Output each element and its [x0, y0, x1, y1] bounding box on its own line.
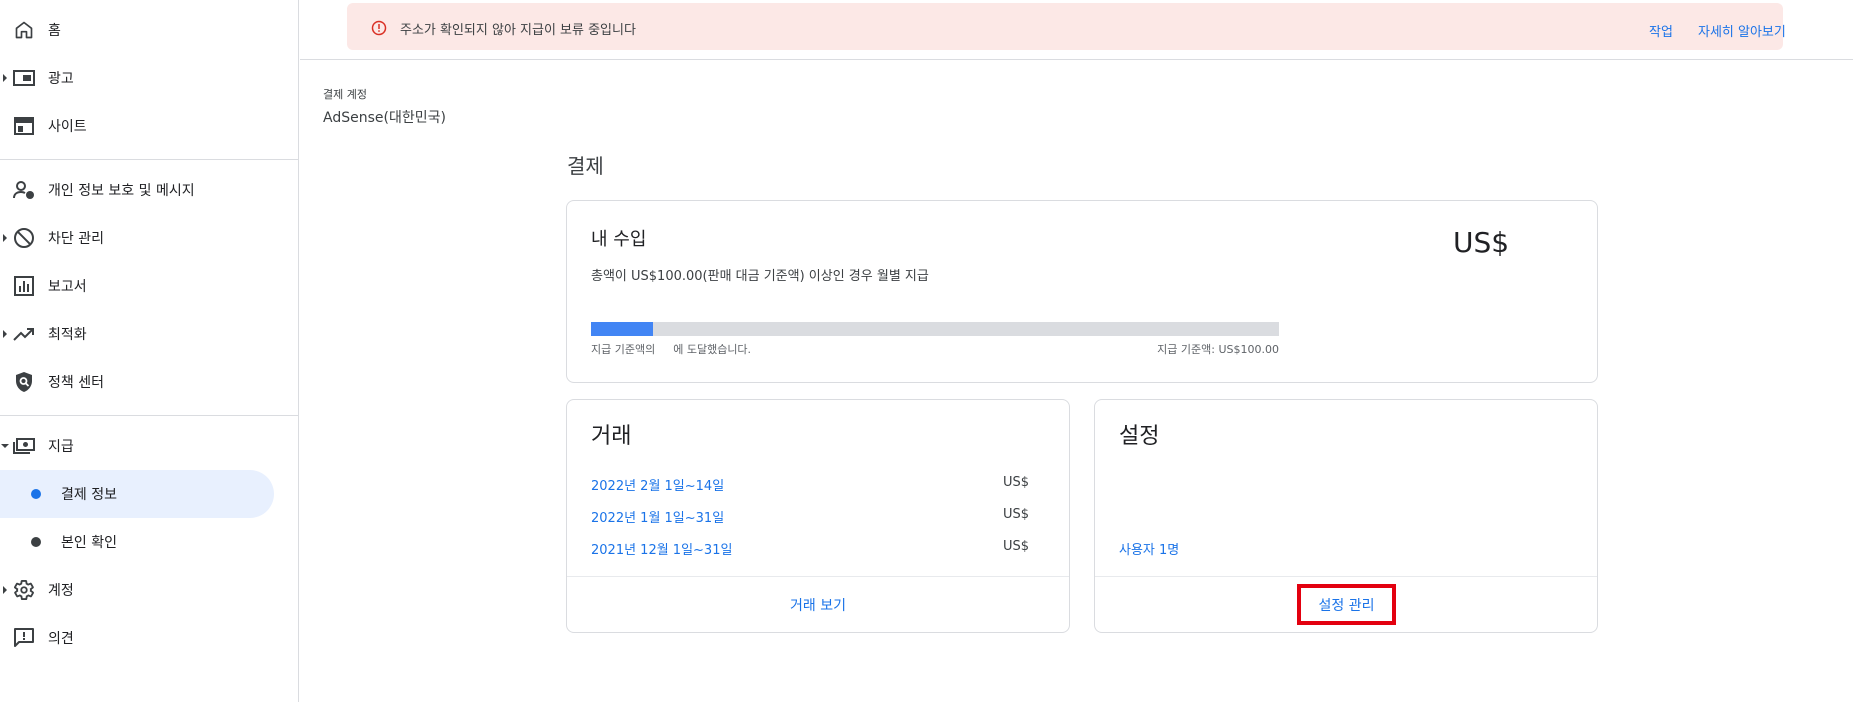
threshold-progress-bar — [591, 322, 1279, 336]
sidebar-item-label: 광고 — [48, 71, 74, 87]
privacy-messaging-icon — [12, 178, 36, 202]
transaction-amount: US$ — [1003, 475, 1030, 490]
home-icon — [12, 18, 36, 42]
sidebar: 홈 광고 사이트 개인 정보 보호 및 메시지 차단 관리 보고서 최적화 정책… — [0, 0, 299, 702]
payment-account-name: AdSense(대한민국) — [323, 110, 446, 126]
sidebar-item-privacy-messaging[interactable]: 개인 정보 보호 및 메시지 — [0, 166, 299, 214]
feedback-icon — [12, 626, 36, 650]
caret-down-icon — [1, 442, 9, 450]
manage-settings-highlight: 설정 관리 — [1297, 584, 1396, 625]
bullet-dot-icon — [31, 537, 41, 547]
settings-card: 설정 사용자 1명 설정 관리 — [1094, 399, 1598, 633]
alert-action-link[interactable]: 작업 — [1649, 21, 1673, 40]
transaction-amount: US$ — [1003, 539, 1030, 554]
transaction-period-link[interactable]: 2022년 2월 1일~14일 — [591, 475, 724, 494]
threshold-amount-label: 지급 기준액: US$100.00 — [1157, 343, 1279, 356]
transactions-title: 거래 — [591, 424, 632, 449]
trending-up-icon — [12, 322, 36, 346]
threshold-progress-caption: 지급 기준액의 에 도달했습니다. — [591, 341, 751, 357]
sidebar-item-label: 지급 — [48, 439, 74, 455]
ads-icon — [12, 66, 36, 90]
sidebar-item-feedback[interactable]: 의견 — [0, 614, 299, 662]
transaction-period-link[interactable]: 2021년 12월 1일~31일 — [591, 539, 732, 558]
caret-right-icon — [1, 586, 9, 594]
sidebar-item-label: 의견 — [48, 631, 74, 647]
sidebar-item-sites[interactable]: 사이트 — [0, 102, 299, 150]
alert-learn-more-link[interactable]: 자세히 알아보기 — [1698, 21, 1786, 40]
sidebar-divider — [0, 159, 299, 160]
payment-account-caption: 결제 계정 — [323, 88, 367, 101]
transaction-row: 2021년 12월 1일~31일 US$ — [591, 539, 1047, 559]
alert-banner: 주소가 확인되지 않아 지급이 보류 중입니다 작업 자세히 알아보기 — [347, 3, 1786, 50]
transactions-footer: 거래 보기 — [567, 576, 1069, 632]
bullet-dot-icon — [31, 489, 41, 499]
gear-icon — [12, 578, 36, 602]
threshold-progress-caption-end: 에 도달했습니다. — [673, 343, 752, 356]
transaction-row: 2022년 1월 1일~31일 US$ — [591, 507, 1047, 527]
sidebar-item-label: 최적화 — [48, 327, 87, 343]
earnings-title: 내 수입 — [591, 229, 647, 250]
policy-shield-icon — [12, 370, 36, 394]
sidebar-item-payments[interactable]: 지급 — [0, 422, 299, 470]
view-transactions-link[interactable]: 거래 보기 — [790, 595, 846, 615]
block-icon — [12, 226, 36, 250]
sidebar-item-home[interactable]: 홈 — [0, 6, 299, 54]
earnings-balance: US$ — [1453, 226, 1510, 259]
sidebar-item-label: 정책 센터 — [48, 375, 104, 391]
payment-threshold-description: 총액이 US$100.00(판매 대금 기준액) 이상인 경우 월별 지급 — [591, 269, 929, 284]
page-title: 결제 — [567, 154, 604, 178]
caret-right-icon — [1, 330, 9, 338]
sidebar-subitem-verification[interactable]: 본인 확인 — [0, 518, 274, 566]
sidebar-item-optimization[interactable]: 최적화 — [0, 310, 299, 358]
transaction-period-link[interactable]: 2022년 1월 1일~31일 — [591, 507, 724, 526]
error-icon — [371, 20, 387, 36]
sidebar-item-label: 계정 — [48, 583, 74, 599]
caret-right-icon — [1, 74, 9, 82]
sidebar-subitem-label: 결제 정보 — [61, 487, 117, 503]
threshold-progress-fill — [591, 322, 653, 336]
sidebar-item-label: 사이트 — [48, 119, 87, 135]
settings-title: 설정 — [1119, 424, 1160, 449]
sidebar-subitem-payment-info[interactable]: 결제 정보 — [0, 470, 274, 518]
transaction-row: 2022년 2월 1일~14일 US$ — [591, 475, 1047, 495]
transactions-card: 거래 2022년 2월 1일~14일 US$ 2022년 1월 1일~31일 U… — [566, 399, 1070, 633]
manage-settings-link[interactable]: 설정 관리 — [1319, 595, 1375, 615]
earnings-card: 내 수입 US$ 총액이 US$100.00(판매 대금 기준액) 이상인 경우… — [566, 200, 1598, 383]
sidebar-divider — [0, 415, 299, 416]
users-link[interactable]: 사용자 1명 — [1119, 539, 1179, 558]
reports-icon — [12, 274, 36, 298]
sidebar-item-account[interactable]: 계정 — [0, 566, 299, 614]
sidebar-item-label: 차단 관리 — [48, 231, 104, 247]
threshold-progress-caption-start: 지급 기준액의 — [591, 343, 656, 356]
transaction-amount: US$ — [1003, 507, 1030, 522]
sidebar-item-blocking[interactable]: 차단 관리 — [0, 214, 299, 262]
sidebar-item-label: 보고서 — [48, 279, 87, 295]
sidebar-item-reports[interactable]: 보고서 — [0, 262, 299, 310]
alert-message: 주소가 확인되지 않아 지급이 보류 중입니다 — [400, 23, 636, 38]
sidebar-item-ads[interactable]: 광고 — [0, 54, 299, 102]
sites-icon — [12, 114, 36, 138]
sidebar-item-label: 개인 정보 보호 및 메시지 — [48, 183, 195, 199]
caret-right-icon — [1, 234, 9, 242]
payments-icon — [12, 434, 36, 458]
sidebar-item-label: 홈 — [48, 23, 61, 39]
sidebar-item-policy-center[interactable]: 정책 센터 — [0, 358, 299, 406]
sidebar-subitem-label: 본인 확인 — [61, 535, 117, 551]
